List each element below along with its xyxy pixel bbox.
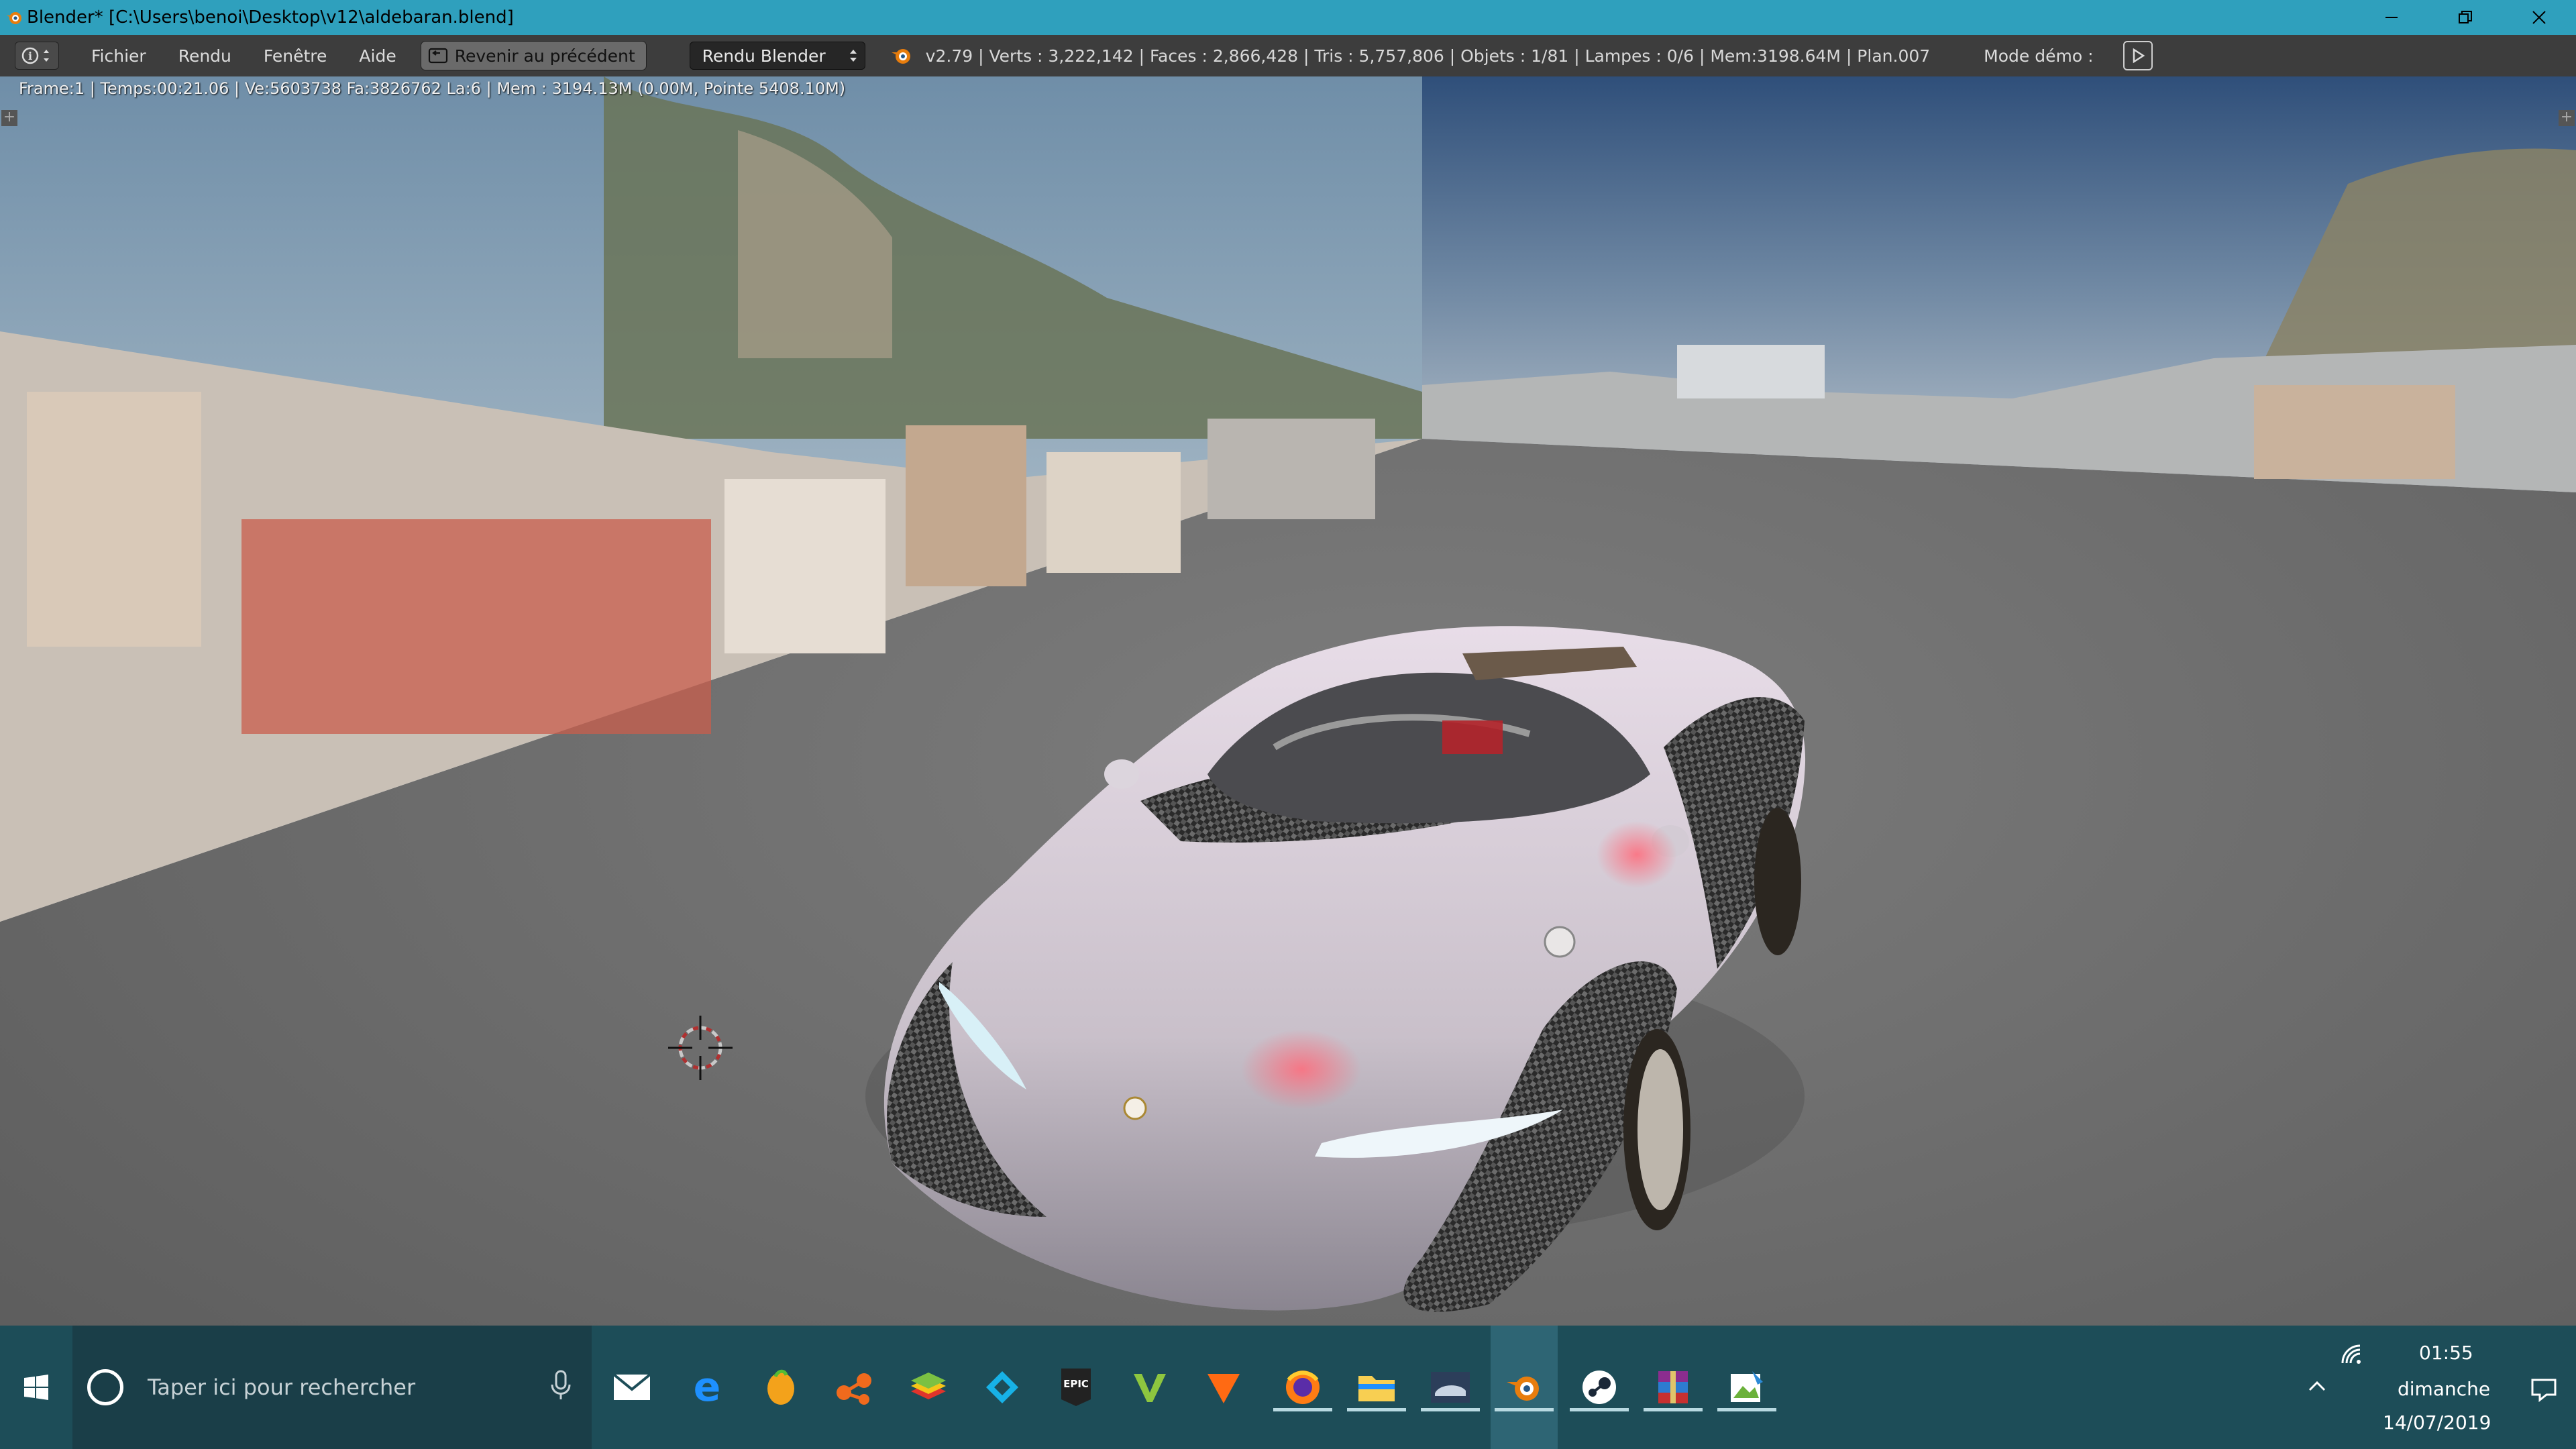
render-viewport[interactable]: Frame:1 | Temps:00:21.06 | Ve:5603738 Fa…	[0, 76, 2576, 1326]
minimize-icon	[2385, 17, 2398, 18]
menu-rendu[interactable]: Rendu	[178, 46, 231, 66]
file-explorer-icon	[1358, 1376, 1395, 1401]
taskbar-search[interactable]: Taper ici pour rechercher	[72, 1326, 592, 1449]
svg-text:e: e	[694, 1368, 721, 1406]
window-titlebar[interactable]: Blender* [C:\Users\benoi\Desktop\v12\ald…	[0, 0, 2576, 35]
clock-date[interactable]: 14/07/2019	[2383, 1411, 2491, 1434]
blender-logo-icon	[7, 12, 21, 24]
area-split-right-icon[interactable]: +	[2559, 110, 2575, 126]
scene-statistics: v2.79 | Verts : 3,222,142 | Faces : 2,86…	[925, 46, 1931, 66]
back-to-previous-button[interactable]: Revenir au précédent	[420, 41, 647, 70]
menu-fenetre[interactable]: Fenêtre	[264, 46, 327, 66]
mail-icon	[612, 1373, 651, 1400]
kodi-app[interactable]	[969, 1326, 1036, 1449]
back-button-label: Revenir au précédent	[454, 46, 635, 66]
window-title: Blender* [C:\Users\benoi\Desktop\v12\ald…	[27, 7, 514, 28]
back-screen-icon	[428, 48, 447, 64]
editor-type-selector[interactable]: i	[15, 42, 59, 70]
vlc-app[interactable]	[1190, 1326, 1257, 1449]
clock-day[interactable]: dimanche	[2398, 1378, 2490, 1400]
info-header: i Fichier Rendu Fenêtre Aide Revenir au …	[0, 35, 2576, 78]
file-explorer-app[interactable]	[1343, 1326, 1410, 1449]
minimize-button[interactable]	[2355, 0, 2428, 35]
image-editor-icon	[1731, 1371, 1763, 1402]
svg-text:i: i	[28, 50, 32, 62]
kodi-icon	[986, 1371, 1018, 1403]
network-app-icon	[837, 1373, 871, 1405]
vlc-like-icon	[1208, 1374, 1240, 1403]
steam-icon	[1582, 1371, 1616, 1404]
cortana-icon[interactable]	[87, 1369, 123, 1405]
network-app[interactable]	[821, 1326, 888, 1449]
menu-fichier[interactable]: Fichier	[91, 46, 146, 66]
render-info-overlay: Frame:1 | Temps:00:21.06 | Ve:5603738 Fa…	[19, 79, 846, 98]
close-button[interactable]	[2502, 0, 2576, 35]
info-icon: i	[21, 47, 49, 64]
bluestacks-app[interactable]	[895, 1326, 962, 1449]
render-engine-value: Rendu Blender	[702, 46, 826, 66]
epic-games-icon: EPIC	[1061, 1368, 1091, 1406]
blender-stats-icon	[891, 49, 910, 64]
edge-icon: e	[694, 1368, 721, 1406]
svg-text:EPIC: EPIC	[1063, 1378, 1089, 1390]
render-engine-select[interactable]: Rendu Blender	[689, 42, 865, 70]
firefox-icon	[1286, 1371, 1320, 1404]
start-button[interactable]	[0, 1326, 72, 1449]
racing-game-app[interactable]	[1417, 1326, 1484, 1449]
blender-app[interactable]	[1491, 1326, 1558, 1449]
racing-game-icon	[1431, 1372, 1470, 1403]
menu-aide[interactable]: Aide	[359, 46, 396, 66]
edge-app[interactable]: e	[674, 1326, 741, 1449]
show-hidden-icons-icon[interactable]	[2308, 1379, 2326, 1393]
notification-center-icon[interactable]	[2530, 1378, 2557, 1402]
render-scene	[0, 76, 2576, 1326]
fl-studio-app[interactable]	[747, 1326, 814, 1449]
fl-studio-icon	[767, 1369, 794, 1405]
blender-icon	[1507, 1377, 1539, 1401]
system-tray: 01:55 dimanche 14/07/2019	[2294, 1326, 2576, 1449]
gta-v-app[interactable]	[1116, 1326, 1183, 1449]
firefox-app[interactable]	[1269, 1326, 1336, 1449]
steam-app[interactable]	[1566, 1326, 1633, 1449]
bluestacks-icon	[911, 1373, 946, 1399]
mail-app[interactable]	[598, 1326, 665, 1449]
epic-games-app[interactable]: EPIC	[1042, 1326, 1110, 1449]
image-editor-app[interactable]	[1713, 1326, 1780, 1449]
area-split-left-icon[interactable]: +	[1, 110, 17, 126]
windows-logo-icon	[24, 1375, 48, 1400]
microphone-icon[interactable]	[550, 1370, 572, 1401]
windows-taskbar: Taper ici pour rechercher e EPIC 01:55 d…	[0, 1326, 2576, 1449]
network-status-icon[interactable]	[2339, 1342, 2365, 1366]
play-button[interactable]	[2123, 41, 2153, 70]
search-placeholder: Taper ici pour rechercher	[148, 1375, 416, 1400]
restore-button[interactable]	[2428, 0, 2502, 35]
updown-arrows-icon	[849, 50, 857, 62]
play-icon	[2133, 48, 2145, 64]
mode-demo-label: Mode démo :	[1984, 46, 2094, 66]
clock-time[interactable]: 01:55	[2419, 1342, 2553, 1364]
close-icon	[2532, 11, 2546, 24]
winrar-app[interactable]	[1640, 1326, 1707, 1449]
restore-icon	[2459, 11, 2472, 23]
winrar-icon	[1658, 1371, 1688, 1403]
gta-v-icon	[1134, 1374, 1166, 1402]
